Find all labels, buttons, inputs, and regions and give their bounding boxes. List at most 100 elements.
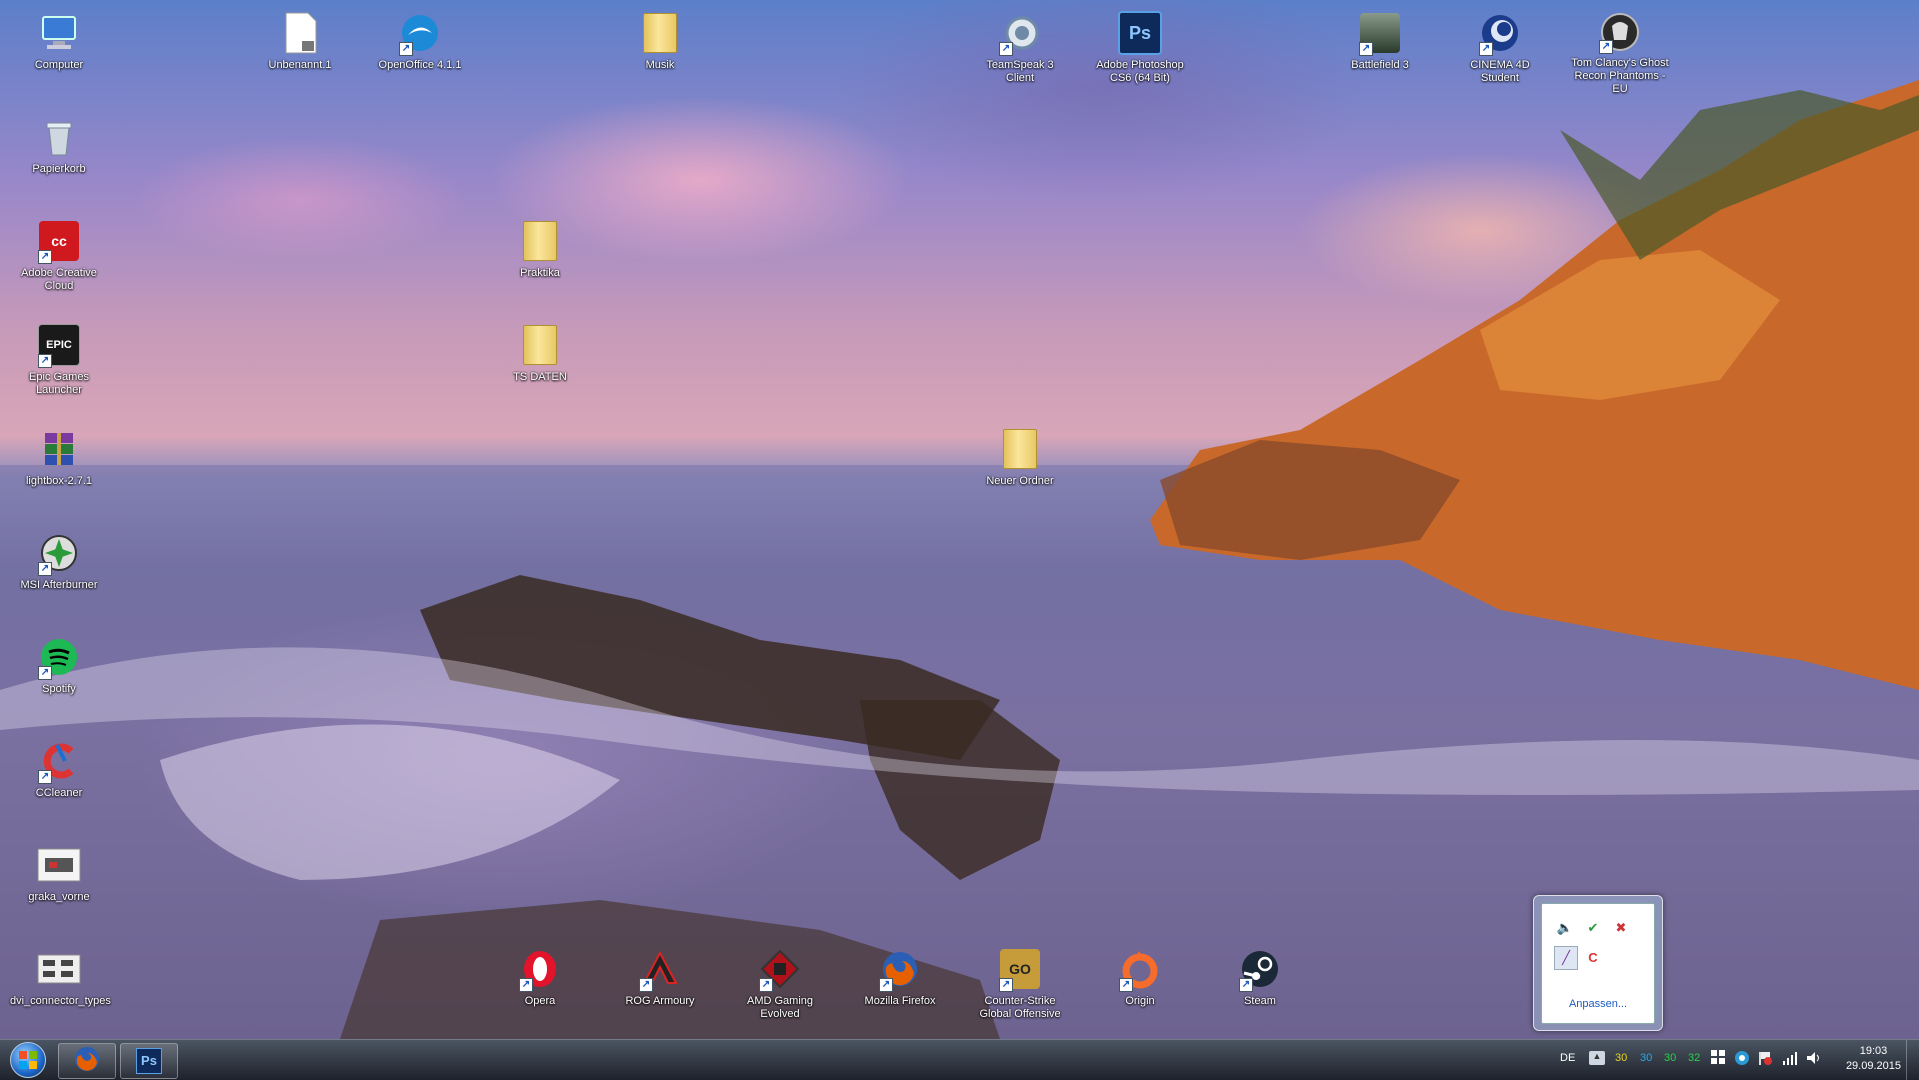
show-desktop-button[interactable]	[1906, 1040, 1919, 1080]
windows-flag-tray-icon[interactable]	[1711, 1050, 1725, 1067]
temp-readout-4[interactable]: 32	[1688, 1052, 1700, 1064]
shortcut-arrow-icon: ↗	[519, 978, 533, 992]
desktop-icon-label: TeamSpeak 3 Client	[986, 59, 1054, 84]
desktop-icon-origin[interactable]: ↗ Origin	[1091, 942, 1189, 1024]
desktop-icon-ghost-recon[interactable]: ↗ Tom Clancy's Ghost Recon Phantoms - EU	[1571, 6, 1669, 96]
desktop-icon-musik[interactable]: Musik	[611, 6, 709, 88]
clock[interactable]: 19:03 29.09.2015	[1846, 1044, 1901, 1074]
taskbar-firefox-button[interactable]	[58, 1043, 116, 1079]
steam-icon: ↗	[1237, 946, 1283, 992]
desktop-icon-teamspeak[interactable]: ↗ TeamSpeak 3 Client	[971, 6, 1069, 88]
taskbar-photoshop-button[interactable]: Ps	[120, 1043, 178, 1079]
desktop-icon-label: Steam	[1244, 995, 1276, 1007]
desktop-icon-label: Origin	[1125, 995, 1155, 1007]
shortcut-arrow-icon: ↗	[1119, 978, 1133, 992]
tray-overflow-popup: 🔈 ✔ ✖ ╱ C Anpassen...	[1533, 895, 1663, 1031]
speaker-icon[interactable]: 🔈	[1554, 917, 1576, 939]
network-signal-icon[interactable]	[1782, 1050, 1798, 1069]
origin-icon: ↗	[1117, 946, 1163, 992]
desktop-icon-label: CCleaner	[35, 787, 83, 799]
desktop-icon-ts-daten[interactable]: TS DATEN	[491, 318, 589, 400]
desktop-icon-battlefield-3[interactable]: ↗ Battlefield 3	[1331, 6, 1429, 88]
recycle-bin-icon	[36, 114, 82, 160]
desktop-icon-neuer-ordner[interactable]: Neuer Ordner	[971, 422, 1069, 504]
desktop-icon-label: Neuer Ordner	[986, 475, 1054, 487]
start-button[interactable]	[4, 1041, 52, 1079]
shortcut-arrow-icon: ↗	[1479, 42, 1493, 56]
windows-logo-icon	[10, 1042, 46, 1078]
desktop-icon-opera[interactable]: ↗ Opera	[491, 942, 589, 1024]
pen-tool-icon[interactable]: ╱	[1554, 946, 1578, 970]
spotify-icon: ↗	[36, 634, 82, 680]
desktop-icon-amd-gaming-evolved[interactable]: ↗ AMD Gaming Evolved	[731, 942, 829, 1024]
desktop-icon-label: ROG Armoury	[625, 995, 695, 1007]
folder-icon	[517, 322, 563, 368]
desktop-icon-label: Papierkorb	[32, 163, 86, 175]
temp-readout-3[interactable]: 30	[1664, 1052, 1676, 1064]
language-indicator[interactable]: DE	[1560, 1052, 1575, 1064]
desktop-icon-msi-afterburner[interactable]: ↗ MSI Afterburner	[10, 526, 108, 608]
epic-games-icon: EPIC ↗	[36, 322, 82, 368]
desktop-icon-spotify[interactable]: ↗ Spotify	[10, 630, 108, 712]
action-center-flag-icon[interactable]	[1757, 1050, 1773, 1069]
image-file-icon	[36, 946, 82, 992]
desktop-icon-computer[interactable]: Computer	[10, 6, 108, 88]
network-error-icon[interactable]: ✖	[1610, 917, 1632, 939]
desktop-icon-label: OpenOffice 4.1.1	[378, 59, 462, 71]
temp-readout-1[interactable]: 30	[1615, 1052, 1627, 1064]
msi-afterburner-icon: ↗	[36, 530, 82, 576]
document-icon	[277, 10, 323, 56]
desktop-icon-dvi-connector-types[interactable]: dvi_connector_types	[10, 942, 111, 1024]
firefox-icon: ↗	[877, 946, 923, 992]
clock-time: 19:03	[1859, 1045, 1888, 1057]
desktop-icon-label: Adobe Creative Cloud	[21, 267, 97, 292]
taskbar: Ps DE ▲ 30 30 30 32 19:03 29.09.2015	[0, 1039, 1919, 1080]
desktop-icon-label: MSI Afterburner	[20, 579, 98, 591]
desktop-icon-label: TS DATEN	[513, 371, 567, 383]
volume-icon[interactable]	[1805, 1050, 1821, 1069]
desktop-icon-cinema4d[interactable]: ↗ CINEMA 4D Student	[1451, 6, 1549, 88]
shortcut-arrow-icon: ↗	[38, 666, 52, 680]
desktop-icon-label: Opera	[524, 995, 556, 1007]
folder-icon	[637, 10, 683, 56]
battlefield-icon: ↗	[1357, 10, 1403, 56]
desktop-icon-lightbox[interactable]: lightbox-2.7.1	[10, 422, 108, 504]
desktop-icon-steam[interactable]: ↗ Steam	[1211, 942, 1309, 1024]
rog-armoury-icon: ↗	[637, 946, 683, 992]
customize-link[interactable]: Anpassen...	[1542, 998, 1654, 1010]
image-file-icon	[36, 842, 82, 888]
desktop-icon-epic-games[interactable]: EPIC ↗ Epic Games Launcher	[10, 318, 108, 400]
desktop-icon-label: Tom Clancy's Ghost Recon Phantoms - EU	[1571, 57, 1669, 95]
shortcut-arrow-icon: ↗	[399, 42, 413, 56]
cinema4d-icon: ↗	[1477, 10, 1523, 56]
computer-icon	[36, 10, 82, 56]
teamspeak-icon: ↗	[997, 10, 1043, 56]
ccleaner-icon: ↗	[36, 738, 82, 784]
shortcut-arrow-icon: ↗	[759, 978, 773, 992]
shortcut-arrow-icon: ↗	[38, 770, 52, 784]
desktop-icon-label: Unbenannt.1	[268, 59, 332, 71]
desktop-icon-praktika[interactable]: Praktika	[491, 214, 589, 296]
desktop-icon-csgo[interactable]: GO ↗ Counter-Strike Global Offensive	[971, 942, 1069, 1032]
desktop-icon-recycle-bin[interactable]: Papierkorb	[10, 110, 108, 192]
desktop-icon-adobe-cc[interactable]: cc ↗ Adobe Creative Cloud	[10, 214, 108, 296]
shortcut-arrow-icon: ↗	[639, 978, 653, 992]
desktop-icon-photoshop[interactable]: Ps Adobe Photoshop CS6 (64 Bit)	[1091, 6, 1189, 96]
desktop-icon-ccleaner[interactable]: ↗ CCleaner	[10, 734, 108, 816]
opera-icon: ↗	[517, 946, 563, 992]
desktop-icon-rog-armoury[interactable]: ↗ ROG Armoury	[611, 942, 709, 1024]
temp-readout-2[interactable]: 30	[1640, 1052, 1652, 1064]
device-ok-icon[interactable]: ✔	[1582, 917, 1604, 939]
desktop-icon-graka-vorne[interactable]: graka_vorne	[10, 838, 108, 920]
shortcut-arrow-icon: ↗	[999, 978, 1013, 992]
desktop-icon-openoffice[interactable]: ↗ OpenOffice 4.1.1	[371, 6, 469, 88]
desktop-icon-label: Counter-Strike Global Offensive	[979, 995, 1061, 1020]
desktop-icon-label: Praktika	[520, 267, 560, 279]
ccleaner-tray-icon[interactable]: C	[1582, 946, 1604, 968]
desktop-icon-label: AMD Gaming Evolved	[746, 995, 814, 1020]
desktop-icon-label: CINEMA 4D Student	[1470, 59, 1530, 84]
teamspeak-tray-icon[interactable]	[1734, 1050, 1750, 1069]
desktop-icon-unbenannt[interactable]: Unbenannt.1	[251, 6, 349, 88]
desktop-icon-firefox[interactable]: ↗ Mozilla Firefox	[851, 942, 949, 1024]
show-hidden-icons-button[interactable]: ▲	[1589, 1051, 1605, 1065]
